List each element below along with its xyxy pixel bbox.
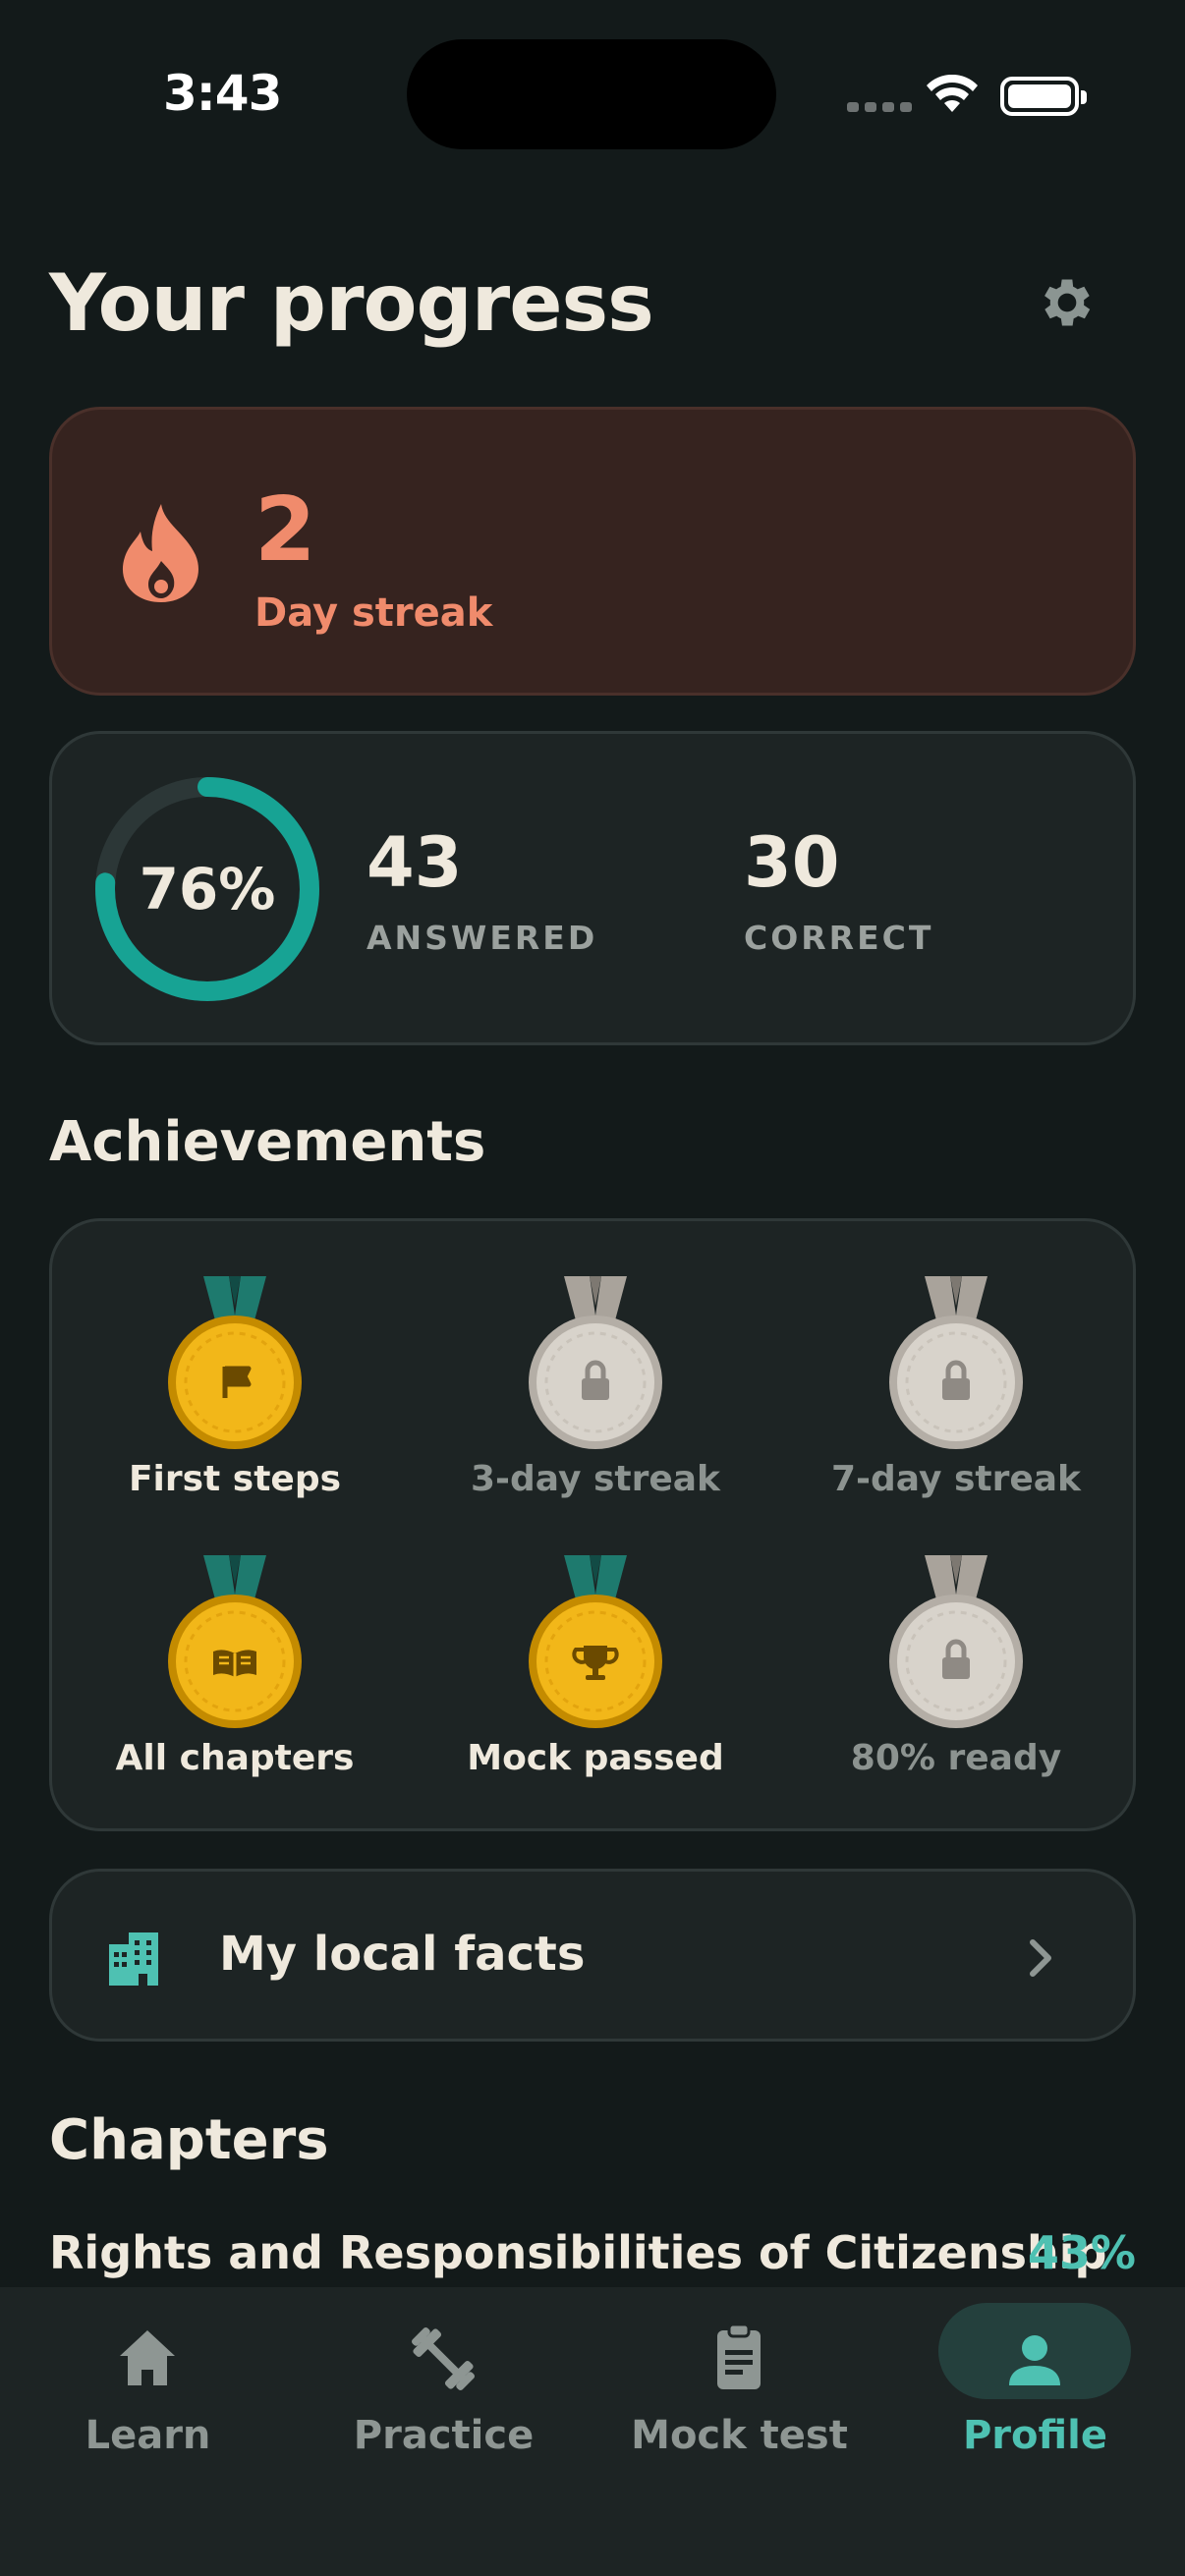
achievement-badge-mock-passed[interactable]: Mock passed bbox=[428, 1555, 762, 1801]
tab-practice[interactable]: Practice bbox=[296, 2287, 592, 2576]
wifi-icon bbox=[927, 75, 978, 112]
person-icon bbox=[1009, 2335, 1060, 2385]
chapters-title: Chapters bbox=[49, 2108, 329, 2172]
streak-count: 2 bbox=[254, 478, 316, 582]
progress-percent: 76% bbox=[139, 856, 276, 923]
lock-icon bbox=[529, 1276, 662, 1449]
achievements-title: Achievements bbox=[49, 1110, 486, 1174]
stats-card: 76% 43 ANSWERED 30 CORRECT bbox=[49, 731, 1136, 1045]
chapter-percent: 43% bbox=[1027, 2226, 1136, 2279]
gear-icon bbox=[1044, 279, 1091, 326]
achievement-badge-3-day-streak[interactable]: 3-day streak bbox=[428, 1276, 762, 1522]
lock-icon bbox=[889, 1555, 1023, 1728]
achievement-badge-first-steps[interactable]: First steps bbox=[68, 1276, 402, 1522]
trophy-icon bbox=[529, 1555, 662, 1728]
tab-label: Practice bbox=[353, 2413, 535, 2458]
tab-profile[interactable]: Profile bbox=[887, 2287, 1183, 2576]
answered-label: ANSWERED bbox=[367, 919, 598, 957]
correct-stat: 30 CORRECT bbox=[744, 828, 933, 957]
buildings-icon bbox=[109, 1932, 158, 1986]
achievement-label: All chapters bbox=[115, 1738, 355, 1778]
status-time: 3:43 bbox=[163, 65, 282, 122]
chapter-name: Rights and Responsibilities of Citizensh… bbox=[49, 2226, 1107, 2279]
lock-icon bbox=[889, 1276, 1023, 1449]
streak-card: 2 Day streak bbox=[49, 407, 1136, 696]
tab-label: Mock test bbox=[631, 2413, 848, 2458]
tab-learn[interactable]: Learn bbox=[0, 2287, 296, 2576]
achievement-badge-all-chapters[interactable]: All chapters bbox=[68, 1555, 402, 1801]
answered-stat: 43 ANSWERED bbox=[367, 828, 597, 957]
my-local-facts-button[interactable]: My local facts bbox=[49, 1869, 1136, 2042]
achievement-badge-7-day-streak[interactable]: 7-day streak bbox=[789, 1276, 1123, 1522]
flag-icon bbox=[168, 1276, 302, 1449]
chevron-right-icon bbox=[1030, 1939, 1051, 1977]
tab-mock-test[interactable]: Mock test bbox=[592, 2287, 887, 2576]
home-icon bbox=[120, 2330, 175, 2385]
achievements-card: First steps 3-day streak 7-day streak Al… bbox=[49, 1218, 1136, 1831]
answered-value: 43 bbox=[367, 822, 463, 903]
settings-button[interactable] bbox=[1032, 267, 1102, 338]
achievement-label: 3-day streak bbox=[471, 1459, 720, 1499]
correct-label: CORRECT bbox=[744, 919, 934, 957]
book-icon bbox=[168, 1555, 302, 1728]
correct-value: 30 bbox=[744, 822, 840, 903]
status-bar: 3:43 bbox=[0, 0, 1185, 196]
tab-bar: Learn Practice Mock test Profile bbox=[0, 2287, 1185, 2576]
page-title: Your progress bbox=[49, 257, 654, 349]
achievement-badge-80-ready[interactable]: 80% ready bbox=[789, 1555, 1123, 1801]
flame-icon bbox=[122, 504, 198, 602]
chapter-row[interactable]: Rights and Responsibilities of Citizensh… bbox=[49, 2226, 1136, 2285]
streak-label: Day streak bbox=[254, 590, 493, 636]
achievement-label: Mock passed bbox=[467, 1738, 724, 1778]
battery-icon bbox=[1000, 77, 1087, 116]
tab-label: Learn bbox=[85, 2413, 211, 2458]
achievement-label: 7-day streak bbox=[831, 1459, 1081, 1499]
dynamic-island bbox=[407, 39, 776, 149]
cellular-signal-icon bbox=[847, 102, 912, 112]
dumbbell-icon bbox=[412, 2327, 475, 2390]
achievement-label: 80% ready bbox=[850, 1738, 1062, 1778]
clipboard-icon bbox=[717, 2323, 761, 2389]
achievement-label: First steps bbox=[128, 1459, 342, 1499]
tab-label: Profile bbox=[962, 2413, 1107, 2458]
my-local-facts-label: My local facts bbox=[219, 1927, 586, 1982]
